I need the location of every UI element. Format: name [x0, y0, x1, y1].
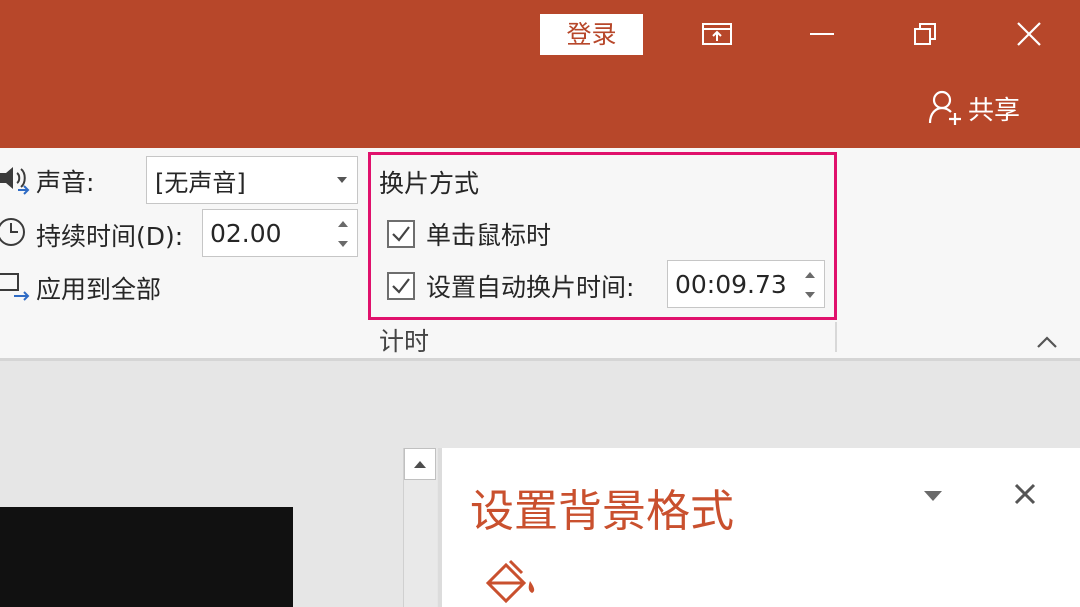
chevron-down-icon — [337, 177, 347, 183]
timing-group-label: 计时 — [379, 327, 430, 356]
duration-spinner[interactable]: 02.00 — [202, 209, 358, 257]
title-bar: 登录 共享 — [0, 0, 1080, 148]
after-time-spinner[interactable]: 00:09.73 — [667, 260, 825, 308]
spin-down-icon — [805, 292, 815, 298]
scroll-up-icon — [414, 461, 426, 468]
spin-up-icon — [338, 221, 348, 227]
close-window-button[interactable] — [1007, 14, 1051, 54]
sound-label: 声音: — [36, 168, 95, 197]
duration-value[interactable]: 02.00 — [210, 219, 282, 248]
checkmark-icon — [392, 278, 410, 294]
sound-dropdown[interactable]: [无声音] — [146, 156, 358, 204]
restore-icon — [914, 23, 936, 45]
pane-options-button[interactable] — [920, 487, 946, 505]
checkmark-icon — [392, 226, 410, 242]
pane-close-button[interactable] — [1010, 479, 1040, 509]
close-icon — [1017, 22, 1041, 46]
minimize-button[interactable] — [800, 14, 844, 54]
minimize-icon — [810, 33, 834, 35]
apply-to-all-icon — [0, 273, 30, 301]
pane-title: 设置背景格式 — [470, 486, 734, 537]
after-time-option[interactable]: 设置自动换片时间: — [387, 268, 634, 304]
clock-icon — [0, 218, 25, 246]
spin-down-icon — [338, 241, 348, 247]
ribbon-display-options-button[interactable] — [695, 14, 739, 54]
speaker-icon — [0, 167, 30, 195]
advance-slide-title: 换片方式 — [379, 169, 480, 198]
add-person-icon — [928, 90, 961, 125]
fill-tab[interactable] — [480, 555, 540, 607]
share-button[interactable]: 共享 — [928, 88, 1020, 128]
after-time-checkbox[interactable] — [387, 272, 415, 300]
dropdown-arrow-icon — [924, 491, 942, 501]
scroll-up-button[interactable] — [404, 448, 436, 480]
on-mouse-click-checkbox[interactable] — [387, 220, 415, 248]
after-time-increase-button[interactable] — [802, 267, 818, 283]
slide-canvas[interactable] — [0, 507, 293, 607]
spin-up-icon — [805, 272, 815, 278]
duration-decrease-button[interactable] — [335, 236, 351, 252]
share-label: 共享 — [968, 95, 1021, 126]
duration-increase-button[interactable] — [335, 216, 351, 232]
close-icon — [1014, 483, 1036, 505]
on-mouse-click-option[interactable]: 单击鼠标时 — [387, 216, 551, 252]
chevron-up-icon — [1037, 336, 1057, 348]
login-button[interactable]: 登录 — [540, 14, 643, 55]
sound-value: [无声音] — [155, 168, 246, 197]
after-time-label: 设置自动换片时间: — [426, 273, 635, 302]
group-divider — [835, 322, 837, 352]
fill-bucket-icon — [485, 559, 535, 604]
apply-to-all-button[interactable]: 应用到全部 — [36, 270, 161, 306]
on-mouse-click-label: 单击鼠标时 — [426, 221, 552, 250]
ribbon-display-options-icon — [702, 23, 732, 45]
after-time-value[interactable]: 00:09.73 — [675, 270, 787, 299]
restore-button[interactable] — [903, 14, 947, 54]
collapse-ribbon-button[interactable] — [1034, 332, 1060, 352]
ribbon-border — [0, 358, 1080, 361]
after-time-decrease-button[interactable] — [802, 287, 818, 303]
duration-label: 持续时间(D): — [36, 222, 184, 251]
